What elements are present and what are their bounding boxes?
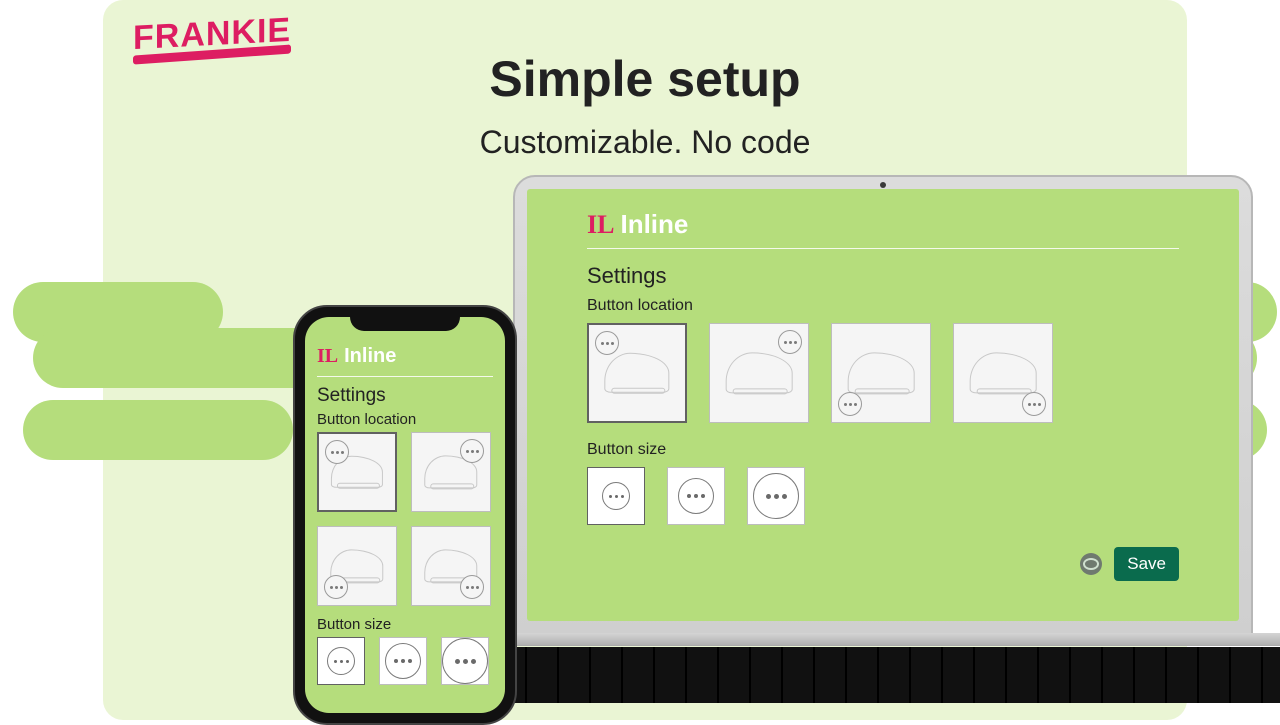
settings-heading: Settings	[587, 263, 1179, 289]
preview-icon[interactable]	[1080, 553, 1102, 575]
app-name: Inline	[620, 209, 688, 240]
dots-icon	[327, 647, 355, 675]
button-size-label: Button size	[317, 616, 493, 633]
dots-icon	[442, 638, 488, 684]
app-screen-mobile: IL Inline Settings Button location Butto…	[305, 317, 505, 713]
settings-heading: Settings	[317, 385, 493, 407]
button-size-label: Button size	[587, 441, 1179, 459]
marketing-card: FRANKIE Simple setup Customizable. No co…	[103, 0, 1187, 720]
dots-icon	[678, 478, 714, 514]
app-name: Inline	[344, 345, 396, 368]
button-location-label: Button location	[587, 297, 1179, 315]
app-logo-icon: IL	[587, 210, 614, 240]
dots-icon	[602, 482, 630, 510]
camera-icon	[880, 182, 886, 188]
product-thumb-icon	[848, 352, 915, 393]
dots-icon	[838, 392, 862, 416]
app-logo-icon: IL	[317, 345, 338, 368]
dots-icon	[460, 439, 484, 463]
decor-brush	[23, 400, 293, 460]
laptop-base	[453, 633, 1280, 646]
location-option-bottom-right[interactable]	[953, 323, 1053, 423]
page-subtitle: Customizable. No code	[103, 124, 1187, 161]
product-thumb-icon	[970, 352, 1037, 393]
phone-notch	[350, 307, 460, 331]
size-option-medium[interactable]	[667, 467, 725, 525]
dots-icon	[778, 330, 802, 354]
size-option-small[interactable]	[317, 637, 365, 685]
laptop-keyboard	[463, 647, 1280, 703]
location-option-top-left[interactable]	[317, 432, 397, 512]
button-location-label: Button location	[317, 411, 493, 428]
size-option-large[interactable]	[747, 467, 805, 525]
dots-icon	[1022, 392, 1046, 416]
size-option-small[interactable]	[587, 467, 645, 525]
dots-icon	[595, 331, 619, 355]
location-option-top-right[interactable]	[709, 323, 809, 423]
dots-icon	[753, 473, 799, 519]
phone-mockup: IL Inline Settings Button location Butto…	[293, 305, 517, 725]
dots-icon	[385, 643, 421, 679]
size-option-large[interactable]	[441, 637, 489, 685]
location-option-bottom-right[interactable]	[411, 526, 491, 606]
location-option-top-left[interactable]	[587, 323, 687, 423]
page-title: Simple setup	[103, 50, 1187, 108]
location-option-bottom-left[interactable]	[831, 323, 931, 423]
product-thumb-icon	[604, 353, 669, 393]
dots-icon	[324, 575, 348, 599]
size-option-medium[interactable]	[379, 637, 427, 685]
laptop-mockup: IL Inline Settings Button location Butto…	[513, 175, 1253, 645]
dots-icon	[325, 440, 349, 464]
save-button[interactable]: Save	[1114, 547, 1179, 581]
location-option-top-right[interactable]	[411, 432, 491, 512]
product-thumb-icon	[726, 352, 793, 393]
location-option-bottom-left[interactable]	[317, 526, 397, 606]
dots-icon	[460, 575, 484, 599]
app-screen-desktop: IL Inline Settings Button location Butto…	[527, 189, 1239, 621]
